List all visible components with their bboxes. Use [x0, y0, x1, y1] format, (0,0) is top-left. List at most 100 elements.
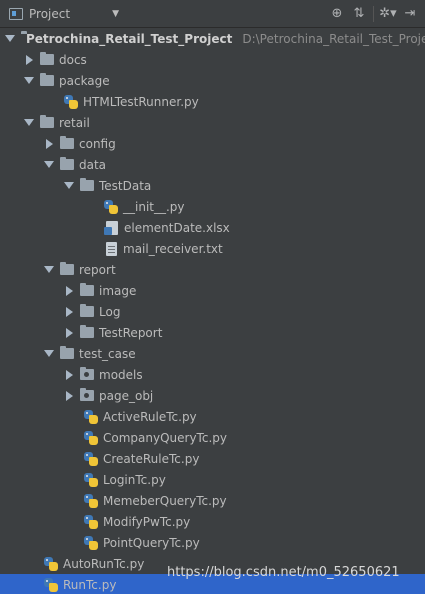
tree-item-config[interactable]: config	[0, 133, 425, 154]
python-file-icon	[84, 493, 98, 508]
tree-item-label: mail_receiver.txt	[123, 241, 223, 256]
tree-root-path: D:\Petrochina_Retail_Test_Project	[242, 31, 425, 46]
tree-item-label: report	[79, 262, 116, 277]
tree-item-label: LoginTc.py	[103, 472, 166, 487]
folder-icon	[60, 262, 74, 275]
tree-item-models[interactable]: models	[0, 364, 425, 385]
settings-icon[interactable]: ✲▾	[377, 3, 399, 25]
python-file-icon	[84, 430, 98, 445]
folder-icon	[60, 136, 74, 149]
tree-item-label: CompanyQueryTc.py	[103, 430, 227, 445]
tree-item-docs[interactable]: docs	[0, 49, 425, 70]
collapse-arrow-icon[interactable]	[44, 138, 54, 149]
chevron-down-icon: ▼	[112, 8, 119, 19]
tree-item-label: data	[79, 157, 107, 172]
folder-icon	[40, 115, 54, 128]
collapse-arrow-icon[interactable]	[64, 306, 74, 317]
text-file-icon	[106, 241, 117, 256]
tree-item-log[interactable]: Log	[0, 301, 425, 322]
toolbar-divider	[373, 5, 374, 22]
tree-root[interactable]: Petrochina_Retail_Test_Project D:\Petroc…	[0, 28, 425, 49]
tree-item-label: RunTc.py	[63, 577, 117, 592]
tree-item-label: ActiveRuleTc.py	[103, 409, 197, 424]
tree-item-label: CreateRuleTc.py	[103, 451, 200, 466]
tree-item-data[interactable]: data	[0, 154, 425, 175]
tree-item-logintc[interactable]: LoginTc.py	[0, 469, 425, 490]
tree-item-elementdate[interactable]: elementDate.xlsx	[0, 217, 425, 238]
tree-item-label: MemeberQueryTc.py	[103, 493, 227, 508]
python-file-icon	[44, 556, 58, 571]
tree-item-label: image	[99, 283, 137, 298]
expand-arrow-icon[interactable]	[24, 118, 34, 128]
package-folder-icon	[80, 367, 94, 380]
collapse-arrow-icon[interactable]	[64, 369, 74, 380]
tree-item-pointquerytc[interactable]: PointQueryTc.py	[0, 532, 425, 553]
python-file-icon	[64, 94, 78, 109]
python-file-icon	[84, 535, 98, 550]
folder-icon	[60, 157, 74, 170]
collapse-arrow-icon[interactable]	[24, 54, 34, 65]
tree-item-page-obj[interactable]: page_obj	[0, 385, 425, 406]
expand-arrow-icon[interactable]	[44, 265, 54, 275]
tree-item-report[interactable]: report	[0, 259, 425, 280]
tree-item-label: TestData	[99, 178, 152, 193]
tree-item-label: AutoRunTc.py	[63, 556, 145, 571]
tree-item-label: ModifyPwTc.py	[103, 514, 191, 529]
tree-item-companyquerytc[interactable]: CompanyQueryTc.py	[0, 427, 425, 448]
collapse-arrow-icon[interactable]	[64, 390, 74, 401]
tree-item-htmltestrunner[interactable]: HTMLTestRunner.py	[0, 91, 425, 112]
tree-item-label: retail	[59, 115, 90, 130]
tree-item-label: package	[59, 73, 110, 88]
tree-item-activeruletc[interactable]: ActiveRuleTc.py	[0, 406, 425, 427]
tree-item-testdata[interactable]: TestData	[0, 175, 425, 196]
collapse-icon[interactable]: ⇅	[348, 3, 370, 25]
tree-item-autoruntc[interactable]: AutoRunTc.py	[0, 553, 425, 574]
folder-icon	[40, 52, 54, 65]
tree-item-image[interactable]: image	[0, 280, 425, 301]
tree-root-label: Petrochina_Retail_Test_Project	[26, 31, 233, 46]
tree-item-init[interactable]: __init__.py	[0, 196, 425, 217]
folder-icon	[80, 283, 94, 296]
folder-icon	[80, 325, 94, 338]
hide-icon[interactable]: ⇥	[399, 3, 421, 25]
globe-icon[interactable]: ⊕	[326, 3, 348, 25]
project-icon	[9, 7, 23, 20]
tree-item-runtc[interactable]: RunTc.py	[0, 574, 425, 594]
tree-item-label: __init__.py	[123, 199, 185, 214]
tree-item-label: elementDate.xlsx	[124, 220, 230, 235]
python-file-icon	[84, 514, 98, 529]
project-view-selector[interactable]: Project ▼	[0, 0, 119, 27]
expand-arrow-icon[interactable]	[44, 349, 54, 359]
collapse-arrow-icon[interactable]	[64, 285, 74, 296]
tree-item-modifypwtc[interactable]: ModifyPwTc.py	[0, 511, 425, 532]
expand-arrow-icon[interactable]	[44, 160, 54, 170]
python-file-icon	[84, 472, 98, 487]
tree-item-package[interactable]: package	[0, 70, 425, 91]
python-file-icon	[44, 577, 58, 592]
expand-arrow-icon[interactable]	[24, 76, 34, 86]
tree-item-label: Log	[99, 304, 121, 319]
expand-arrow-icon[interactable]	[64, 181, 74, 191]
tree-item-label: config	[79, 136, 116, 151]
expand-arrow-icon[interactable]	[5, 34, 15, 44]
folder-icon	[40, 73, 54, 86]
tree-item-mail-receiver[interactable]: mail_receiver.txt	[0, 238, 425, 259]
tree-item-memeberquerytc[interactable]: MemeberQueryTc.py	[0, 490, 425, 511]
python-file-icon	[104, 199, 118, 214]
tree-item-label: docs	[59, 52, 87, 67]
tree-item-label: TestReport	[99, 325, 163, 340]
tree-item-retail[interactable]: retail	[0, 112, 425, 133]
project-view-title: Project	[29, 6, 71, 21]
package-folder-icon	[80, 388, 94, 401]
tree-item-label: HTMLTestRunner.py	[83, 94, 199, 109]
tree-item-createruletc[interactable]: CreateRuleTc.py	[0, 448, 425, 469]
tree-item-label: test_case	[79, 346, 136, 361]
spreadsheet-file-icon	[104, 220, 118, 235]
collapse-arrow-icon[interactable]	[64, 327, 74, 338]
python-file-icon	[84, 451, 98, 466]
tree-item-label: page_obj	[99, 388, 154, 403]
tree-item-testreport[interactable]: TestReport	[0, 322, 425, 343]
project-toolbar: Project ▼ ⊕ ⇅ ✲▾ ⇥	[0, 0, 425, 28]
tree-item-test-case[interactable]: test_case	[0, 343, 425, 364]
python-file-icon	[84, 409, 98, 424]
